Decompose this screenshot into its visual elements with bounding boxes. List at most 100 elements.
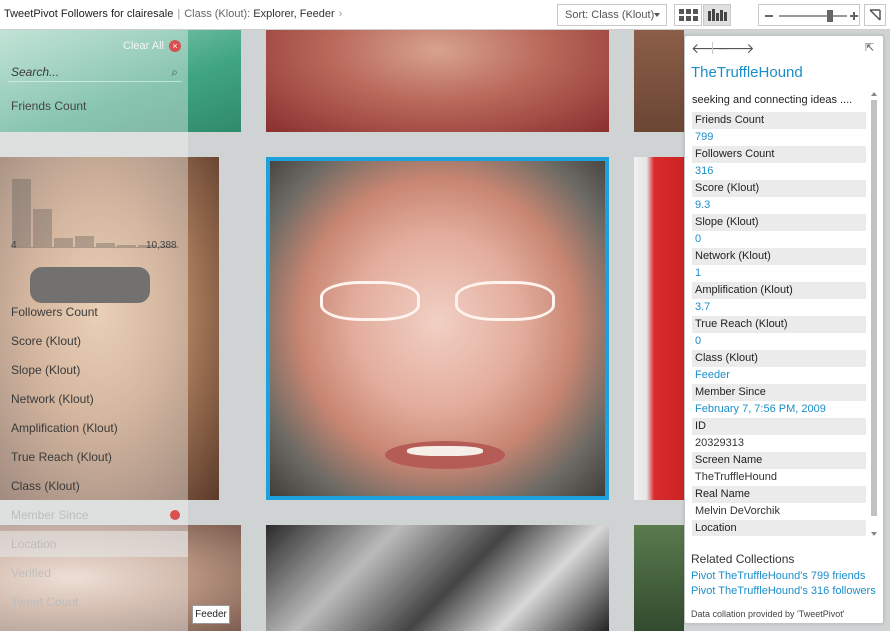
filter-category-verified[interactable]: Verified — [11, 566, 51, 580]
histogram-bar[interactable] — [96, 243, 115, 247]
clear-all-link[interactable]: Clear All — [123, 40, 164, 52]
sort-dropdown[interactable]: Sort: Class (Klout) — [557, 4, 667, 26]
search-input[interactable]: Search... ⌕ — [8, 62, 182, 82]
zoom-slider[interactable] — [758, 4, 860, 26]
facet-label: Class (Klout) — [692, 350, 866, 367]
filter-category-true-reach[interactable]: True Reach (Klout) — [11, 450, 112, 464]
filter-category-slope[interactable]: Slope (Klout) — [11, 363, 80, 377]
breadcrumb-filter-values[interactable]: Explorer, Feeder — [253, 8, 334, 20]
facet-label: Member Since — [692, 384, 866, 401]
selected-tile[interactable] — [266, 157, 609, 500]
grid-icon — [679, 9, 698, 21]
histogram-icon — [708, 9, 727, 21]
facet-row: Amplification (Klout) 3.7 — [692, 282, 866, 316]
friends-count-histogram[interactable] — [11, 170, 179, 248]
related-link-followers[interactable]: Pivot TheTruffleHound's 316 followers — [691, 585, 876, 597]
facet-row: Location — [692, 520, 866, 536]
filter-category-followers-count[interactable]: Followers Count — [11, 305, 98, 319]
scroll-up-icon[interactable] — [871, 92, 877, 96]
filter-category-amplification[interactable]: Amplification (Klout) — [11, 421, 118, 435]
search-placeholder: Search... — [11, 65, 60, 79]
item-name[interactable]: TheTruffleHound — [691, 64, 803, 81]
tooltip: Feeder — [192, 605, 230, 624]
facet-row: Score (Klout) 9.3 — [692, 180, 866, 214]
clear-filter-icon[interactable] — [170, 510, 180, 520]
facet-value[interactable]: Feeder — [692, 367, 866, 384]
search-icon[interactable]: ⌕ — [171, 65, 178, 80]
tile-image[interactable] — [266, 525, 609, 631]
top-bar: TweetPivot Followers for clairesale | Clas… — [0, 0, 890, 30]
zoom-in-icon-vertical[interactable] — [853, 12, 855, 20]
facet-value[interactable]: 3.7 — [692, 299, 866, 316]
facet-label: Friends Count — [692, 112, 866, 129]
zoom-thumb[interactable] — [827, 10, 833, 22]
facet-value[interactable]: 9.3 — [692, 197, 866, 214]
nav-divider — [712, 42, 713, 54]
glasses-lens — [320, 281, 420, 321]
zoom-out-icon[interactable] — [765, 15, 773, 17]
filter-category-location[interactable]: Location — [11, 537, 56, 551]
histogram-bar[interactable] — [12, 179, 31, 247]
histogram-bar[interactable] — [54, 238, 73, 247]
facet-label: True Reach (Klout) — [692, 316, 866, 333]
filter-category-friends-count[interactable]: Friends Count — [11, 99, 86, 113]
filter-category-member-since[interactable]: Member Since — [11, 508, 88, 522]
histogram-bar[interactable] — [117, 245, 136, 247]
facet-row: True Reach (Klout) 0 — [692, 316, 866, 350]
facet-row: ID 20329313 — [692, 418, 866, 452]
facet-value: TheTruffleHound — [695, 471, 777, 483]
forward-arrow-icon[interactable]: 🡒 — [717, 40, 755, 57]
tile-image[interactable] — [634, 525, 684, 631]
collapse-icon[interactable]: ⇱ — [865, 41, 874, 54]
breadcrumb: TweetPivot Followers for clairesale | Clas… — [4, 8, 342, 20]
facet-row: Class (Klout) Feeder — [692, 350, 866, 384]
item-facet-list: Friends Count 799 Followers Count 316 Score … — [692, 112, 866, 536]
facet-value: 20329313 — [695, 437, 744, 449]
histogram-min-label: 4 — [11, 240, 17, 251]
facet-value[interactable]: February 7, 7:56 PM, 2009 — [692, 401, 866, 418]
filter-category-network[interactable]: Network (Klout) — [11, 392, 94, 406]
histogram-bar[interactable] — [75, 236, 94, 247]
facet-label: Slope (Klout) — [692, 214, 866, 231]
facet-label: Followers Count — [692, 146, 866, 163]
related-link-friends[interactable]: Pivot TheTruffleHound's 799 friends — [691, 570, 865, 582]
facet-label: Network (Klout) — [692, 248, 866, 265]
tile-image[interactable] — [634, 157, 684, 500]
tile-image[interactable] — [266, 30, 609, 132]
breadcrumb-separator: | — [177, 8, 181, 20]
facet-value[interactable]: 0 — [692, 333, 866, 350]
grid-view-button[interactable] — [674, 4, 702, 26]
facet-row: Screen Name TheTruffleHound — [692, 452, 866, 486]
filter-pane: Clear All × Search... ⌕ Friends Count 4 … — [0, 30, 188, 631]
facet-value[interactable]: 316 — [692, 163, 866, 180]
facet-label: Score (Klout) — [692, 180, 866, 197]
glasses-lens — [455, 281, 555, 321]
facet-value[interactable]: 0 — [692, 231, 866, 248]
filter-category-class[interactable]: Class (Klout) — [11, 479, 80, 493]
fullscreen-button[interactable] — [864, 4, 886, 26]
collection-title[interactable]: TweetPivot Followers for clairesale — [4, 8, 173, 20]
teeth-shape — [407, 446, 483, 456]
scrollbar-thumb[interactable] — [871, 100, 877, 516]
facet-row: Member Since February 7, 7:56 PM, 2009 — [692, 384, 866, 418]
facet-row: Real Name Melvin DeVorchik — [692, 486, 866, 520]
facet-label: Screen Name — [692, 452, 866, 469]
scroll-down-icon[interactable] — [871, 532, 877, 536]
filter-category-score[interactable]: Score (Klout) — [11, 334, 81, 348]
zoom-track[interactable] — [779, 15, 847, 17]
tile-image[interactable] — [634, 30, 684, 132]
histogram-bar[interactable] — [33, 209, 52, 247]
facet-value[interactable]: 1 — [692, 265, 866, 282]
facet-row: Network (Klout) 1 — [692, 248, 866, 282]
filter-category-tweet-count[interactable]: Tweet Count — [11, 595, 78, 609]
chevron-right-icon[interactable]: › — [339, 8, 343, 20]
sort-label: Sort: Class (Klout) — [565, 9, 655, 21]
clear-icon[interactable]: × — [169, 40, 181, 52]
graph-view-button[interactable] — [703, 4, 731, 26]
facet-value[interactable]: 799 — [692, 129, 866, 146]
data-credit: Data collation provided by 'TweetPivot' — [691, 609, 845, 619]
facet-row: Followers Count 316 — [692, 146, 866, 180]
info-scrollbar[interactable] — [871, 92, 879, 536]
info-pane: 🡐 🡒 ⇱ TheTruffleHound seeking and connec… — [684, 35, 884, 624]
breadcrumb-facet[interactable]: Class (Klout): — [184, 8, 250, 20]
